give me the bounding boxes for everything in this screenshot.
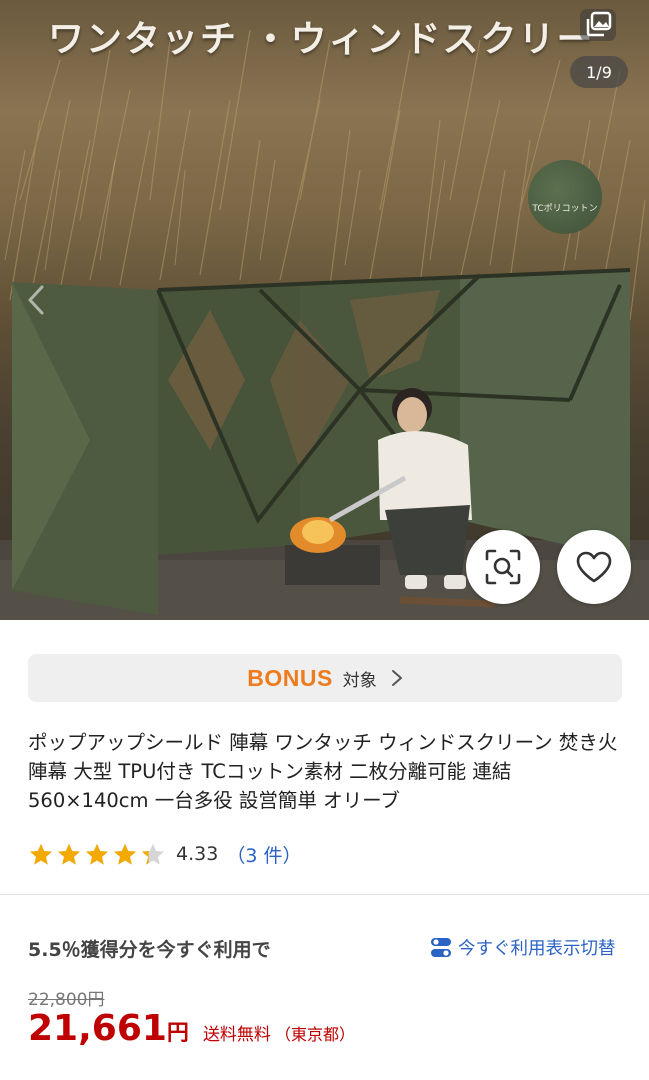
current-price: 21,661 [28,1008,167,1049]
free-shipping-label: 送料無料 [202,1025,271,1045]
star-icon [141,843,165,865]
bonus-logo: BONUS [247,664,333,691]
image-search-button[interactable] [466,530,540,604]
review-count-link[interactable]: （3 件） [226,841,301,868]
material-swatch: TCポリコットン [528,160,602,234]
product-image-carousel[interactable]: ワンタッチ ・ウィンドスクリー 1/9 TCポリコットン [0,0,649,620]
bonus-label: 対象 [342,670,377,691]
toggle-icon [431,937,451,957]
rating-value: 4.33 [176,843,219,865]
points-toggle-link[interactable]: 今すぐ利用表示切替 [430,935,616,960]
swatch-label: TCポリコットン [532,204,598,214]
product-photo [0,29,649,620]
heart-icon [576,551,612,583]
star-icon [29,843,53,865]
image-overlay-title: ワンタッチ ・ウィンドスクリー [48,19,595,60]
star-icon [113,843,137,865]
product-title: ポップアップシールド 陣幕 ワンタッチ ウィンドスクリーン 焚き火陣幕 大型 T… [28,731,618,812]
shipping-region: （東京都） [274,1025,355,1044]
chevron-right-icon [391,670,402,686]
star-rating [28,841,166,867]
gallery-button[interactable] [568,0,628,50]
currency-unit: 円 [166,1021,189,1046]
image-counter: 1/9 [570,56,628,88]
points-usage-text: 5.5％獲得分を今すぐ利用で [28,939,271,961]
price-row: 21,661 円 送料無料 （東京都） [28,1008,355,1049]
section-divider [0,894,649,895]
star-icon [57,843,81,865]
star-icon [85,843,109,865]
chevron-left-icon [28,285,44,315]
image-search-icon [485,549,521,585]
rating-summary[interactable]: 4.33 （3 件） [28,838,301,870]
favorite-button[interactable] [557,530,631,604]
image-gallery-icon [580,9,616,41]
prev-image-button[interactable] [18,280,54,320]
original-price: 22,800円 [28,990,105,1010]
points-toggle-label: 今すぐ利用表示切替 [458,939,616,959]
bonus-banner[interactable]: BONUS 対象 [28,654,622,702]
